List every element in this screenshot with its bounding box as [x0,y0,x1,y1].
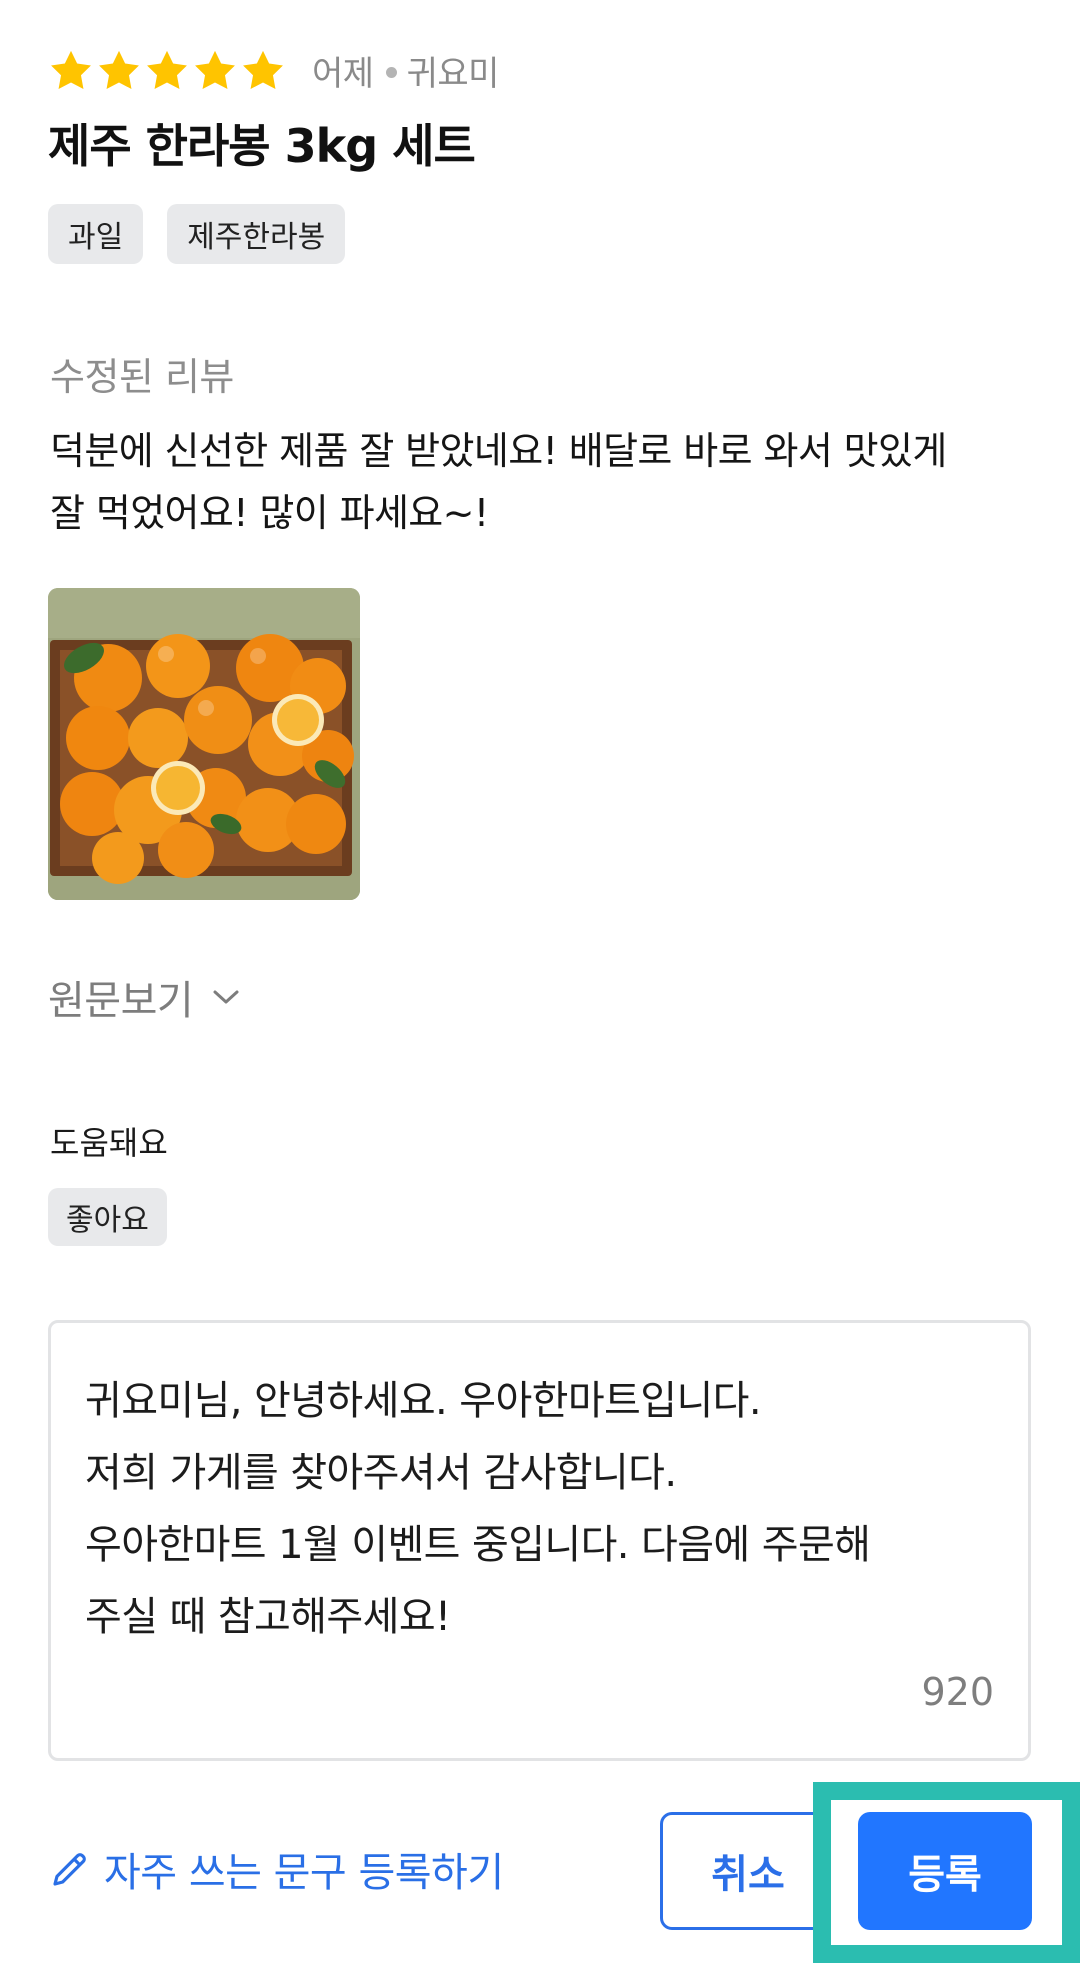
helpful-label: 도움돼요 [50,1124,168,1162]
product-title: 제주 한라봉 3kg 세트 [48,119,476,173]
char-counter: 920 [921,1670,994,1714]
show-original-toggle[interactable]: 원문보기 [48,968,241,1026]
chevron-down-icon [213,990,239,1004]
reply-textarea[interactable]: 귀요미님, 안녕하세요. 우아한마트입니다. 저희 가게를 찾아주셔서 감사합니… [48,1320,1031,1761]
like-chip: 좋아요 [48,1188,167,1246]
star-icon [243,50,283,90]
separator-dot [385,67,397,78]
tag-chip: 과일 [48,204,144,264]
tag-chip: 제주한라봉 [167,204,346,264]
review-photo[interactable] [48,588,360,900]
edited-review-label: 수정된 리뷰 [50,355,234,399]
star-rating [48,48,286,94]
cancel-button[interactable]: 취소 [660,1812,836,1930]
register-phrase-link[interactable]: 자주 쓰는 문구 등록하기 [50,1840,504,1898]
review-date: 어제 [312,54,374,94]
product-tags: 과일 제주한라봉 [48,204,346,264]
oranges-photo-illustration [48,588,360,900]
star-icon [195,50,235,90]
star-icon [99,50,139,90]
submit-button[interactable]: 등록 [858,1812,1032,1930]
pencil-icon [53,1853,86,1886]
review-text: 덕분에 신선한 제품 잘 받았네요! 배달로 바로 와서 맛있게 잘 먹었어요!… [50,429,947,535]
review-author: 귀요미 [406,54,500,94]
reply-text[interactable]: 귀요미님, 안녕하세요. 우아한마트입니다. 저희 가게를 찾아주셔서 감사합니… [85,1365,1005,1653]
review-meta: 어제 귀요미 [312,46,499,95]
star-icon [51,50,91,90]
show-original-label: 원문보기 [48,978,194,1024]
register-phrase-label: 자주 쓰는 문구 등록하기 [104,1850,504,1896]
star-icon [147,50,187,90]
